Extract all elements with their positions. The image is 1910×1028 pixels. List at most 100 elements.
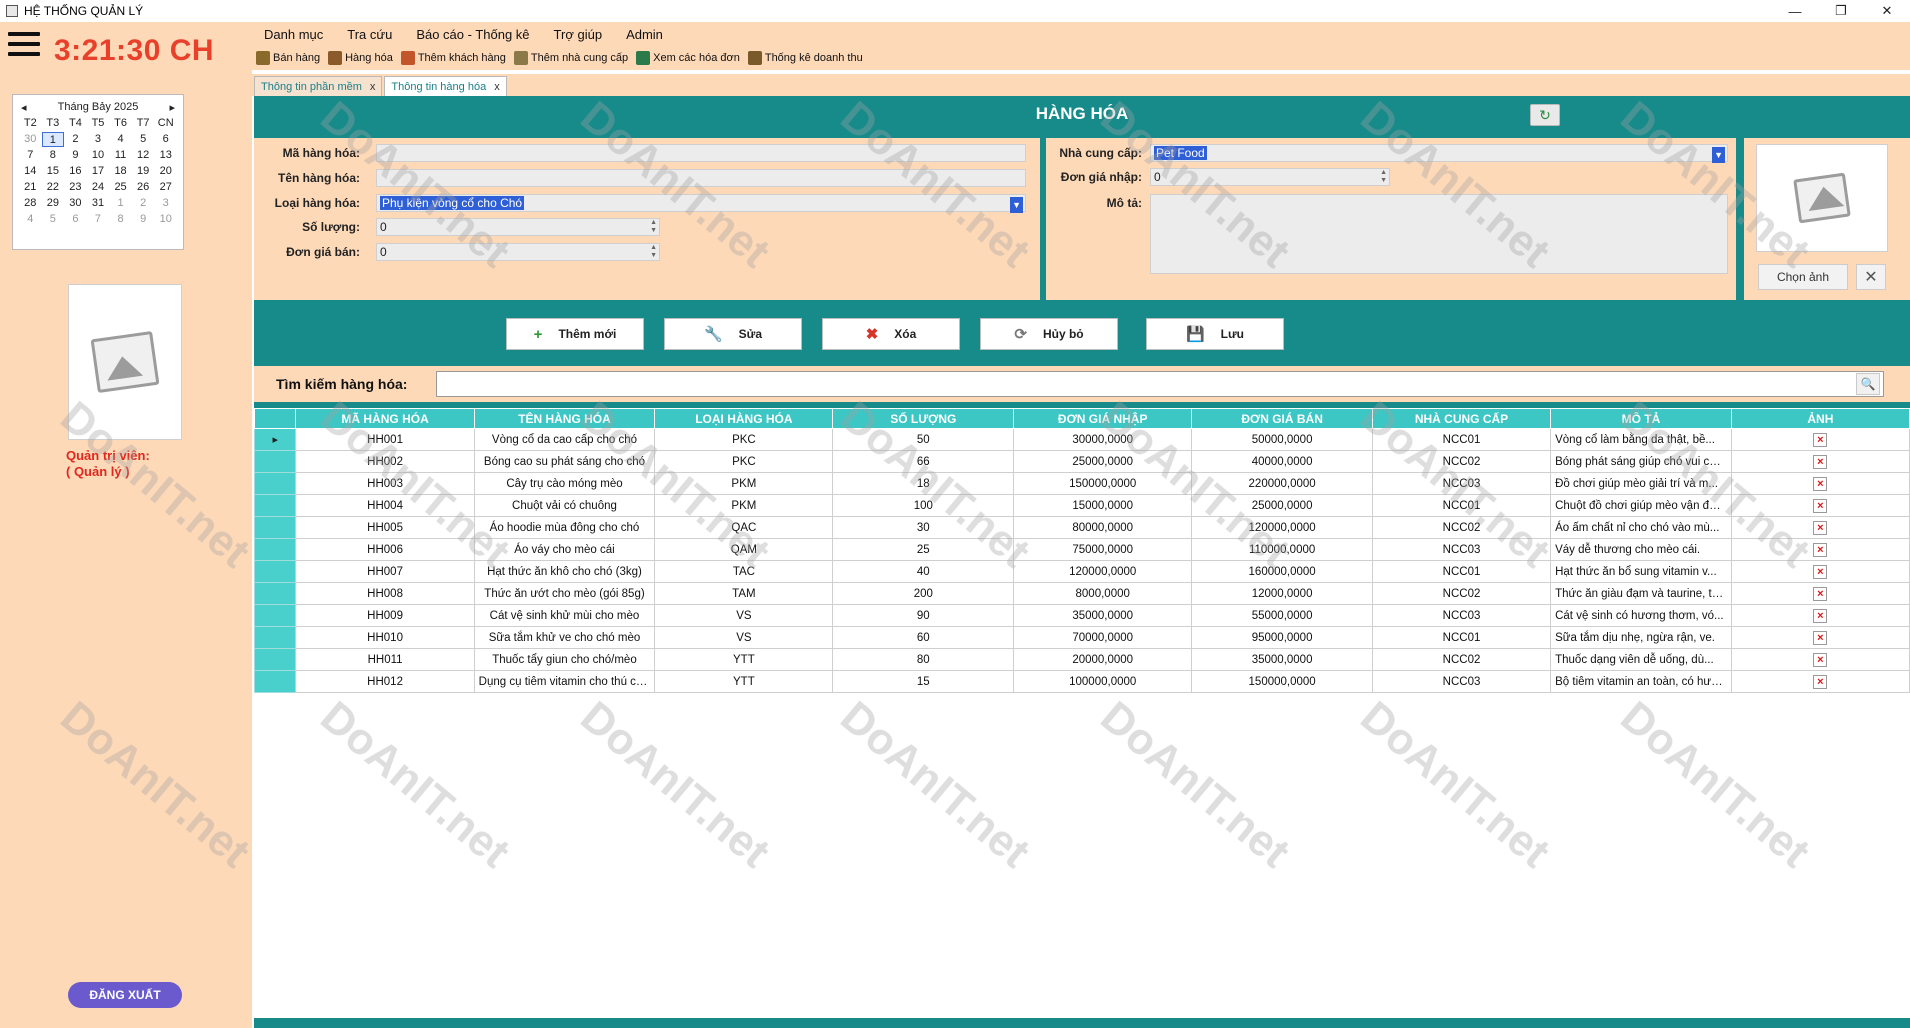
edit-button[interactable]: 🔧 Sửa xyxy=(664,318,802,350)
calendar-day[interactable]: 5 xyxy=(42,212,65,227)
calendar-day[interactable]: 10 xyxy=(87,148,110,163)
toolbar-item[interactable]: Thêm nhà cung cấp xyxy=(513,51,628,65)
tab-close-icon[interactable]: x xyxy=(370,81,376,93)
table-row[interactable]: HH002 Bóng cao su phát sáng cho chó PKC 66 2… xyxy=(253,450,1910,473)
column-header[interactable]: MÔ TẢ xyxy=(1550,408,1732,429)
nha-cung-cap-select[interactable]: Pet Food ▼ xyxy=(1150,144,1728,163)
maximize-button[interactable]: ❐ xyxy=(1818,0,1864,22)
no-image-icon[interactable]: × xyxy=(1813,498,1828,513)
tab-thong-tin-phan-mem[interactable]: Thông tin phần mềm x xyxy=(254,76,383,96)
ten-hang-hoa-input[interactable] xyxy=(376,169,1026,187)
calendar-day[interactable]: 5 xyxy=(132,132,155,147)
no-image-icon[interactable]: × xyxy=(1813,432,1828,447)
menu-admin[interactable]: Admin xyxy=(614,27,675,42)
table-row[interactable]: HH007 Hạt thức ăn khô cho chó (3kg) TAC 40 1… xyxy=(253,560,1910,583)
column-header[interactable]: MÃ HÀNG HÓA xyxy=(295,408,475,429)
calendar-day[interactable]: 12 xyxy=(132,148,155,163)
no-image-icon[interactable]: × xyxy=(1813,476,1828,491)
calendar-day[interactable]: 6 xyxy=(64,212,87,227)
table-row[interactable]: HH008 Thức ăn ướt cho mèo (gói 85g) TAM 200… xyxy=(253,582,1910,605)
row-selector[interactable] xyxy=(253,604,297,627)
no-image-icon[interactable]: × xyxy=(1813,564,1828,579)
calendar-day[interactable]: 23 xyxy=(64,180,87,195)
table-row[interactable]: HH009 Cát vệ sinh khử mùi cho mèo VS 90 3500… xyxy=(253,604,1910,627)
row-selector[interactable] xyxy=(253,428,297,451)
toolbar-item[interactable]: Xem các hóa đơn xyxy=(636,51,740,65)
calendar-day[interactable]: 30 xyxy=(19,132,42,147)
spinner-icon[interactable]: ▲ ▼ xyxy=(1380,169,1387,185)
column-header[interactable]: ĐƠN GIÁ BÁN xyxy=(1191,408,1373,429)
no-image-icon[interactable]: × xyxy=(1813,630,1828,645)
minimize-button[interactable]: — xyxy=(1772,0,1818,22)
calendar-day[interactable]: 7 xyxy=(19,148,42,163)
calendar-day[interactable]: 2 xyxy=(64,132,87,147)
next-month-icon[interactable]: ▸ xyxy=(169,101,175,114)
table-row[interactable]: HH004 Chuột vải có chuông PKM 100 15000,0000… xyxy=(253,494,1910,517)
tab-thong-tin-hang-hoa[interactable]: Thông tin hàng hóa x xyxy=(384,76,507,96)
hamburger-menu-icon[interactable] xyxy=(8,32,40,64)
calendar-day[interactable]: 18 xyxy=(109,164,132,179)
menu-bao-cao[interactable]: Báo cáo - Thống kê xyxy=(404,27,541,42)
calendar-day[interactable]: 4 xyxy=(109,132,132,147)
table-row[interactable]: HH003 Cây trụ cào móng mèo PKM 18 150000,000… xyxy=(253,472,1910,495)
calendar-day[interactable]: 9 xyxy=(64,148,87,163)
calendar-day[interactable]: 24 xyxy=(87,180,110,195)
calendar-day[interactable]: 8 xyxy=(109,212,132,227)
calendar-day[interactable]: 29 xyxy=(42,196,65,211)
row-selector[interactable] xyxy=(253,450,297,473)
calendar-day[interactable]: 30 xyxy=(64,196,87,211)
spinner-icon[interactable]: ▲ ▼ xyxy=(650,219,657,235)
row-selector[interactable] xyxy=(253,494,297,517)
toolbar-item[interactable]: Hàng hóa xyxy=(328,51,393,65)
row-selector[interactable] xyxy=(253,582,297,605)
mo-ta-textarea[interactable] xyxy=(1150,194,1728,274)
calendar-day[interactable]: 14 xyxy=(19,164,42,179)
close-button[interactable]: ✕ xyxy=(1864,0,1910,22)
loai-hang-hoa-select[interactable]: Phụ kiện vòng cổ cho Chó ▼ xyxy=(376,194,1026,213)
column-header[interactable]: LOẠI HÀNG HÓA xyxy=(654,408,834,429)
calendar-day[interactable]: 15 xyxy=(42,164,65,179)
row-selector[interactable] xyxy=(253,670,297,693)
delete-button[interactable]: ✖ Xóa xyxy=(822,318,960,350)
calendar-day[interactable]: 21 xyxy=(19,180,42,195)
calendar-day[interactable]: 8 xyxy=(42,148,65,163)
menu-danh-muc[interactable]: Danh mục xyxy=(252,27,335,42)
save-button[interactable]: 💾 Lưu xyxy=(1146,318,1284,350)
calendar-day[interactable]: 6 xyxy=(154,132,177,147)
so-luong-stepper[interactable]: 0 ▲ ▼ xyxy=(376,218,660,236)
calendar-day[interactable]: 19 xyxy=(132,164,155,179)
calendar-day[interactable]: 28 xyxy=(19,196,42,211)
table-row[interactable]: HH006 Áo váy cho mèo cái QAM 25 75000,0000 11… xyxy=(253,538,1910,561)
column-header[interactable]: NHÀ CUNG CẤP xyxy=(1371,408,1552,429)
no-image-icon[interactable]: × xyxy=(1813,652,1828,667)
no-image-icon[interactable]: × xyxy=(1813,674,1828,689)
calendar-day[interactable]: 27 xyxy=(154,180,177,195)
calendar-day[interactable]: 11 xyxy=(109,148,132,163)
table-row[interactable]: HH012 Dụng cụ tiêm vitamin cho thú cưng YT… xyxy=(253,670,1910,693)
calendar[interactable]: ◂ Tháng Bảy 2025 ▸ T2 T3 T4 T5 T6 T7 CN 30 1 2 3 4 5… xyxy=(12,94,184,250)
table-row[interactable]: HH010 Sữa tắm khử ve cho chó mèo VS 60 70000… xyxy=(253,626,1910,649)
refresh-button[interactable]: ↻ xyxy=(1530,104,1560,126)
calendar-day[interactable]: 25 xyxy=(109,180,132,195)
row-selector[interactable] xyxy=(253,648,297,671)
calendar-day[interactable]: 26 xyxy=(132,180,155,195)
row-selector[interactable] xyxy=(253,472,297,495)
toolbar-item[interactable]: Thống kê doanh thu xyxy=(747,51,863,65)
add-button[interactable]: + Thêm mới xyxy=(506,318,644,350)
no-image-icon[interactable]: × xyxy=(1813,608,1828,623)
row-selector[interactable] xyxy=(253,516,297,539)
spinner-icon[interactable]: ▲ ▼ xyxy=(650,244,657,260)
calendar-day[interactable]: 22 xyxy=(42,180,65,195)
calendar-day[interactable]: 7 xyxy=(87,212,110,227)
row-selector[interactable] xyxy=(253,560,297,583)
table-row[interactable]: HH001Vòng cổ da cao cấp cho chóPKC503000… xyxy=(253,428,1910,451)
choose-image-button[interactable]: Chọn ảnh xyxy=(1758,264,1848,290)
calendar-day[interactable]: 31 xyxy=(87,196,110,211)
calendar-day[interactable]: 1 xyxy=(41,132,65,147)
table-row[interactable]: HH005 Áo hoodie mùa đông cho chó QAC 30 8000… xyxy=(253,516,1910,539)
don-gia-nhap-stepper[interactable]: 0 ▲ ▼ xyxy=(1150,168,1390,186)
calendar-grid[interactable]: T2 T3 T4 T5 T6 T7 CN 30 1 2 3 4 5 6 7 8 9 10 11 12 13 14 15 16 1… xyxy=(13,116,183,227)
toolbar-item[interactable]: Bán hàng xyxy=(256,51,320,65)
calendar-day[interactable]: 20 xyxy=(154,164,177,179)
remove-image-button[interactable]: ✕ xyxy=(1856,264,1886,290)
